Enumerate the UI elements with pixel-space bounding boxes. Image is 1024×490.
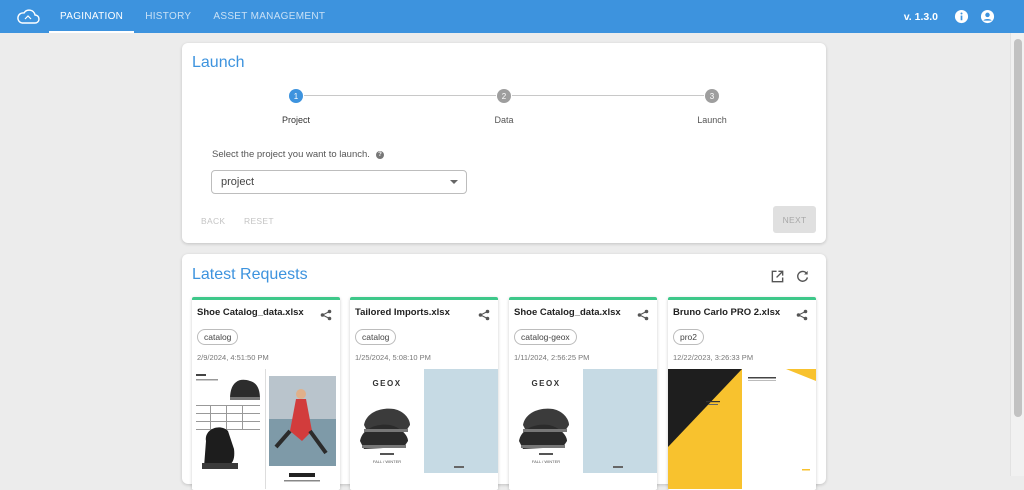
request-date: 1/25/2024, 5:08:10 PM	[355, 353, 431, 362]
request-card[interactable]: Shoe Catalog_data.xlsx catalog-geox 1/11…	[509, 297, 657, 490]
latest-requests-title: Latest Requests	[192, 266, 308, 283]
step-3-indicator: 3	[705, 89, 719, 103]
next-button[interactable]: NEXT	[773, 206, 816, 233]
open-in-new-icon[interactable]	[770, 269, 785, 284]
version-label: v. 1.3.0	[903, 11, 938, 23]
project-select-value: project	[221, 176, 255, 188]
request-card[interactable]: Tailored Imports.xlsx catalog 1/25/2024,…	[350, 297, 498, 490]
request-thumbnail[interactable]: GEOX FALL / WINTER	[509, 369, 657, 489]
stepper-connector	[512, 95, 704, 96]
latest-requests-card: Latest Requests Shoe Catalog_data.xlsx c…	[182, 254, 826, 490]
info-icon[interactable]	[954, 9, 969, 24]
nav-tab-pagination[interactable]: PAGINATION	[49, 0, 135, 33]
project-prompt: Select the project you want to launch. ?	[212, 149, 384, 160]
scrollbar-thumb[interactable]	[1014, 39, 1022, 417]
step-3-label: Launch	[697, 115, 727, 125]
request-thumbnail[interactable]: GEOX FALL / WINTER	[350, 369, 498, 489]
request-title: Tailored Imports.xlsx	[355, 307, 450, 318]
main-nav: PAGINATION HISTORY ASSET MANAGEMENT	[49, 0, 336, 33]
share-icon[interactable]	[320, 309, 332, 321]
request-card[interactable]: Bruno Carlo PRO 2.xlsx pro2 12/22/2023, …	[668, 297, 816, 490]
project-prompt-text: Select the project you want to launch.	[212, 149, 370, 160]
yellow-cover-preview	[668, 369, 816, 489]
share-icon[interactable]	[637, 309, 649, 321]
geox-cover-preview: GEOX FALL / WINTER	[509, 369, 657, 489]
reset-button[interactable]: RESET	[244, 216, 274, 226]
stepper-connector	[304, 95, 496, 96]
launch-title: Launch	[192, 54, 245, 71]
request-title: Bruno Carlo PRO 2.xlsx	[673, 307, 781, 318]
refresh-icon[interactable]	[795, 269, 810, 284]
step-1-label: Project	[281, 115, 310, 125]
request-card[interactable]: Shoe Catalog_data.xlsx catalog 2/9/2024,…	[192, 297, 340, 490]
page-scrollbar[interactable]	[1010, 33, 1024, 476]
share-icon[interactable]	[796, 309, 808, 321]
cover-caption: FALL / WINTER	[373, 459, 401, 464]
request-title: Shoe Catalog_data.xlsx	[514, 307, 621, 318]
top-app-bar: PAGINATION HISTORY ASSET MANAGEMENT v. 1…	[0, 0, 1024, 33]
back-button[interactable]: BACK	[201, 216, 225, 226]
request-date: 1/11/2024, 2:56:25 PM	[514, 353, 590, 362]
request-tag: catalog	[197, 329, 239, 345]
request-date: 12/22/2023, 3:26:33 PM	[673, 353, 754, 362]
step-1-indicator: 1	[289, 89, 303, 103]
nav-tab-asset-management[interactable]: ASSET MANAGEMENT	[202, 0, 336, 33]
catalog-spread-preview	[192, 369, 340, 489]
request-thumbnail[interactable]	[192, 369, 340, 489]
request-thumbnail[interactable]	[668, 369, 816, 489]
brand-logo: GEOX	[531, 379, 560, 388]
project-select[interactable]: project	[211, 170, 467, 194]
request-date: 2/9/2024, 4:51:50 PM	[197, 353, 269, 362]
cloud-icon[interactable]	[16, 7, 40, 27]
launch-card: Launch 1 2 3 Project Data Launch Select …	[182, 43, 826, 243]
step-2-label: Data	[494, 115, 514, 125]
chevron-down-icon	[450, 180, 458, 184]
account-icon[interactable]	[980, 9, 995, 24]
nav-tab-history[interactable]: HISTORY	[134, 0, 202, 33]
request-tag: pro2	[673, 329, 705, 345]
request-tag: catalog	[355, 329, 397, 345]
request-title: Shoe Catalog_data.xlsx	[197, 307, 304, 318]
step-2-indicator: 2	[497, 89, 511, 103]
cover-caption: FALL / WINTER	[532, 459, 560, 464]
brand-logo: GEOX	[372, 379, 401, 388]
help-icon[interactable]: ?	[375, 150, 384, 159]
share-icon[interactable]	[478, 309, 490, 321]
request-tag: catalog-geox	[514, 329, 577, 345]
geox-cover-preview: GEOX FALL / WINTER	[350, 369, 498, 489]
